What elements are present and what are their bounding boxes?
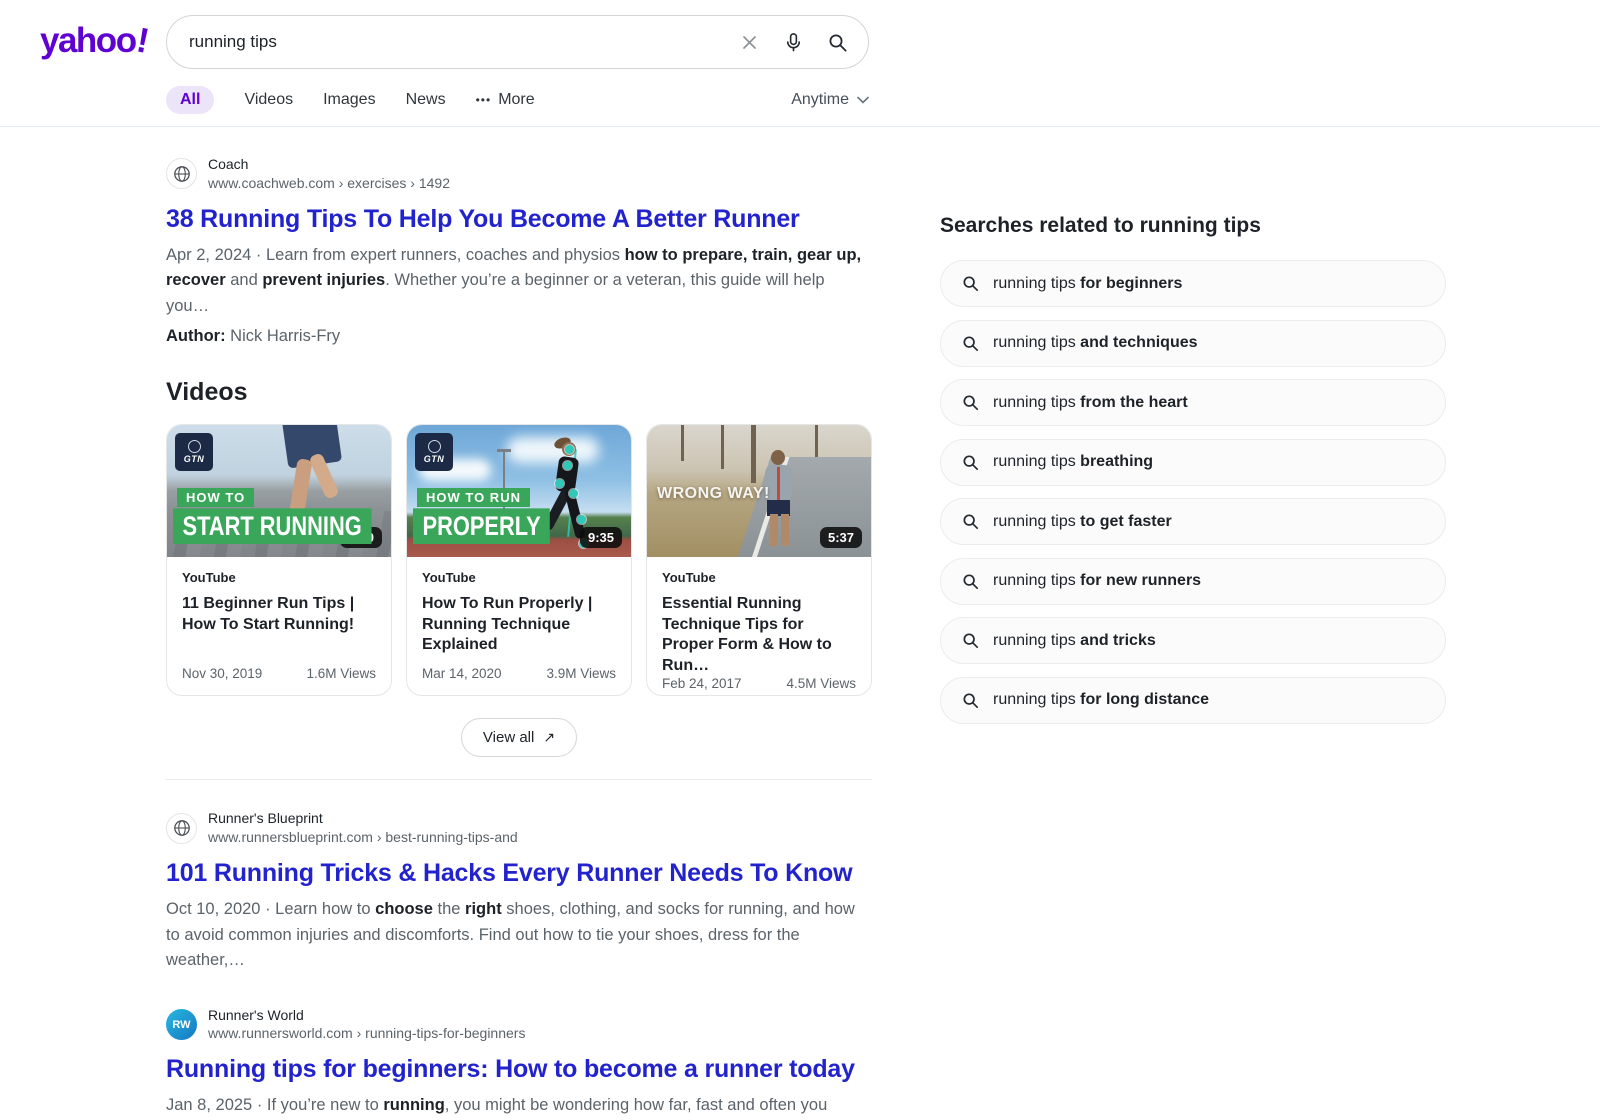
search-icon [962, 335, 979, 352]
site-name: Coach [208, 156, 450, 174]
video-title: 11 Beginner Run Tips | How To Start Runn… [182, 594, 376, 635]
video-source: YouTube [422, 570, 616, 585]
search-result-2: Runner's Blueprint www.runnersblueprint.… [166, 810, 872, 973]
gtn-channel-badge: GTN [175, 433, 213, 471]
thumbnail-overlay-top: HOW TO RUN [417, 488, 530, 507]
tab-all[interactable]: All [166, 86, 214, 114]
pill-text: running tips for new runners [993, 572, 1201, 590]
globe-favicon-icon [166, 158, 197, 189]
search-tabs: All Videos Images News ••• More Anytime [166, 86, 869, 114]
video-source: YouTube [182, 570, 376, 585]
time-filter-dropdown[interactable]: Anytime [791, 91, 869, 109]
search-icon[interactable] [827, 32, 848, 53]
clear-icon[interactable] [739, 32, 760, 53]
videos-section-heading: Videos [166, 378, 872, 407]
site-url: www.runnersblueprint.com › best-running-… [208, 828, 518, 846]
video-thumbnail-run-properly: GTN HOW TO RUN PROPERLY 9:35 [407, 425, 631, 557]
search-icon [962, 513, 979, 530]
result-site-row: Coach www.coachweb.com › exercises › 149… [166, 156, 872, 192]
search-result-3: RW Runner's World www.runnersworld.com ›… [166, 1007, 872, 1120]
video-views: 1.6M Views [306, 666, 376, 681]
video-views: 3.9M Views [546, 666, 616, 681]
related-search-pill-1[interactable]: running tips for beginners [940, 260, 1446, 307]
pill-text: running tips for long distance [993, 691, 1209, 709]
video-title: How To Run Properly | Running Technique … [422, 594, 616, 655]
related-search-pill-3[interactable]: running tips from the heart [940, 379, 1446, 426]
tab-videos[interactable]: Videos [244, 86, 293, 114]
related-searches-heading: Searches related to running tips [940, 214, 1446, 238]
video-date: Nov 30, 2019 [182, 666, 262, 681]
result-site-row: RW Runner's World www.runnersworld.com ›… [166, 1007, 872, 1043]
video-source: YouTube [662, 570, 856, 585]
video-date: Feb 24, 2017 [662, 676, 742, 691]
site-url: www.runnersworld.com › running-tips-for-… [208, 1024, 525, 1042]
video-cards-row: GTN HOW TO START RUNNING 6:30 YouTube 11… [166, 424, 872, 696]
yahoo-logo[interactable]: yahoo! [40, 21, 147, 61]
thumbnail-overlay-main: START RUNNING [173, 509, 371, 545]
site-name: Runner's Blueprint [208, 810, 518, 828]
video-thumbnail-start-running: GTN HOW TO START RUNNING 6:30 [167, 425, 391, 557]
runners-world-favicon: RW [166, 1009, 197, 1040]
author-line: Author: Nick Harris-Fry [166, 327, 872, 346]
related-search-pill-5[interactable]: running tips to get faster [940, 498, 1446, 545]
arrow-up-right-icon: ↗ [543, 729, 555, 746]
video-card-2[interactable]: GTN HOW TO RUN PROPERLY 9:35 YouTube How… [406, 424, 632, 696]
search-icon [962, 632, 979, 649]
gtn-channel-badge: GTN [415, 433, 453, 471]
thumbnail-overlay-main: WRONG WAY! [657, 485, 770, 503]
related-search-pill-2[interactable]: running tips and techniques [940, 320, 1446, 367]
tab-images[interactable]: Images [323, 86, 375, 114]
result-title-link[interactable]: Running tips for beginners: How to becom… [166, 1055, 855, 1084]
more-tabs-button[interactable]: ••• More [476, 86, 535, 114]
duration-badge: 5:37 [820, 527, 862, 548]
result-snippet: Oct 10, 2020 · Learn how to choose the r… [166, 897, 866, 974]
search-icon [962, 573, 979, 590]
result-title-link[interactable]: 101 Running Tricks & Hacks Every Runner … [166, 859, 852, 888]
video-date: Mar 14, 2020 [422, 666, 502, 681]
pill-text: running tips from the heart [993, 394, 1188, 412]
related-search-pill-7[interactable]: running tips and tricks [940, 617, 1446, 664]
video-views: 4.5M Views [786, 676, 856, 691]
site-name: Runner's World [208, 1007, 525, 1025]
result-snippet: Jan 8, 2025 · If you’re new to running, … [166, 1093, 866, 1120]
result-title-link[interactable]: 38 Running Tips To Help You Become A Bet… [166, 205, 800, 234]
thumbnail-overlay-main: PROPERLY [413, 509, 550, 545]
video-card-1[interactable]: GTN HOW TO START RUNNING 6:30 YouTube 11… [166, 424, 392, 696]
microphone-icon[interactable] [783, 31, 804, 53]
related-searches-panel: Searches related to running tips running… [940, 214, 1446, 736]
search-input[interactable] [189, 32, 739, 52]
tab-news[interactable]: News [406, 86, 446, 114]
duration-badge: 9:35 [580, 527, 622, 548]
search-result-1: Coach www.coachweb.com › exercises › 149… [166, 156, 872, 346]
search-icon [962, 692, 979, 709]
site-url: www.coachweb.com › exercises › 1492 [208, 174, 450, 192]
video-thumbnail-wrong-way: WRONG WAY! 5:37 [647, 425, 871, 557]
search-icon [962, 275, 979, 292]
thumbnail-overlay-top: HOW TO [177, 488, 254, 507]
pill-text: running tips and techniques [993, 334, 1198, 352]
search-bar [166, 15, 869, 69]
pill-text: running tips to get faster [993, 513, 1172, 531]
globe-favicon-icon [166, 813, 197, 844]
video-title: Essential Running Technique Tips for Pro… [662, 594, 856, 676]
result-site-row: Runner's Blueprint www.runnersblueprint.… [166, 810, 872, 846]
pill-text: running tips breathing [993, 453, 1153, 471]
related-search-pill-4[interactable]: running tips breathing [940, 439, 1446, 486]
results-column: Coach www.coachweb.com › exercises › 149… [166, 156, 872, 1120]
more-dots-icon: ••• [476, 93, 492, 107]
section-divider [166, 779, 872, 780]
result-snippet: Apr 2, 2024 · Learn from expert runners,… [166, 243, 866, 320]
chevron-down-icon [857, 96, 869, 104]
pill-text: running tips and tricks [993, 632, 1156, 650]
related-search-pill-6[interactable]: running tips for new runners [940, 558, 1446, 605]
video-card-3[interactable]: WRONG WAY! 5:37 YouTube Essential Runnin… [646, 424, 872, 696]
search-icon [962, 394, 979, 411]
header: yahoo! All Videos Images News ••• More A… [0, 0, 1600, 127]
pill-text: running tips for beginners [993, 275, 1182, 293]
view-all-button[interactable]: View all ↗ [461, 718, 577, 757]
related-search-pill-8[interactable]: running tips for long distance [940, 677, 1446, 724]
search-icon [962, 454, 979, 471]
